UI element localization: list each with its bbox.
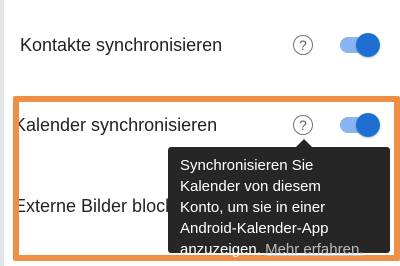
left-edge-divider bbox=[0, 0, 4, 266]
tooltip-line: Android-Kalender-App bbox=[180, 220, 329, 237]
help-circle-icon[interactable]: ? bbox=[293, 35, 313, 55]
toggle-thumb bbox=[356, 33, 380, 57]
setting-label-contacts-sync: Kontakte synchronisieren bbox=[20, 35, 223, 55]
calendar-sync-help-tooltip: Synchronisieren Sie Kalender von diesem … bbox=[168, 147, 390, 258]
tooltip-line: anzuzeigen. bbox=[180, 241, 261, 258]
tooltip-last-line: anzuzeigen. Mehr erfahren. bbox=[180, 239, 378, 260]
learn-more-link[interactable]: Mehr erfahren. bbox=[265, 241, 363, 258]
question-mark-glyph: ? bbox=[299, 37, 307, 53]
tooltip-line: Konto, um sie in einer bbox=[180, 199, 326, 216]
tooltip-line: Synchronisieren Sie bbox=[180, 157, 314, 174]
tooltip-pointer bbox=[296, 139, 312, 147]
contacts-sync-toggle[interactable] bbox=[338, 33, 380, 57]
tooltip-line: Kalender von diesem bbox=[180, 178, 321, 195]
